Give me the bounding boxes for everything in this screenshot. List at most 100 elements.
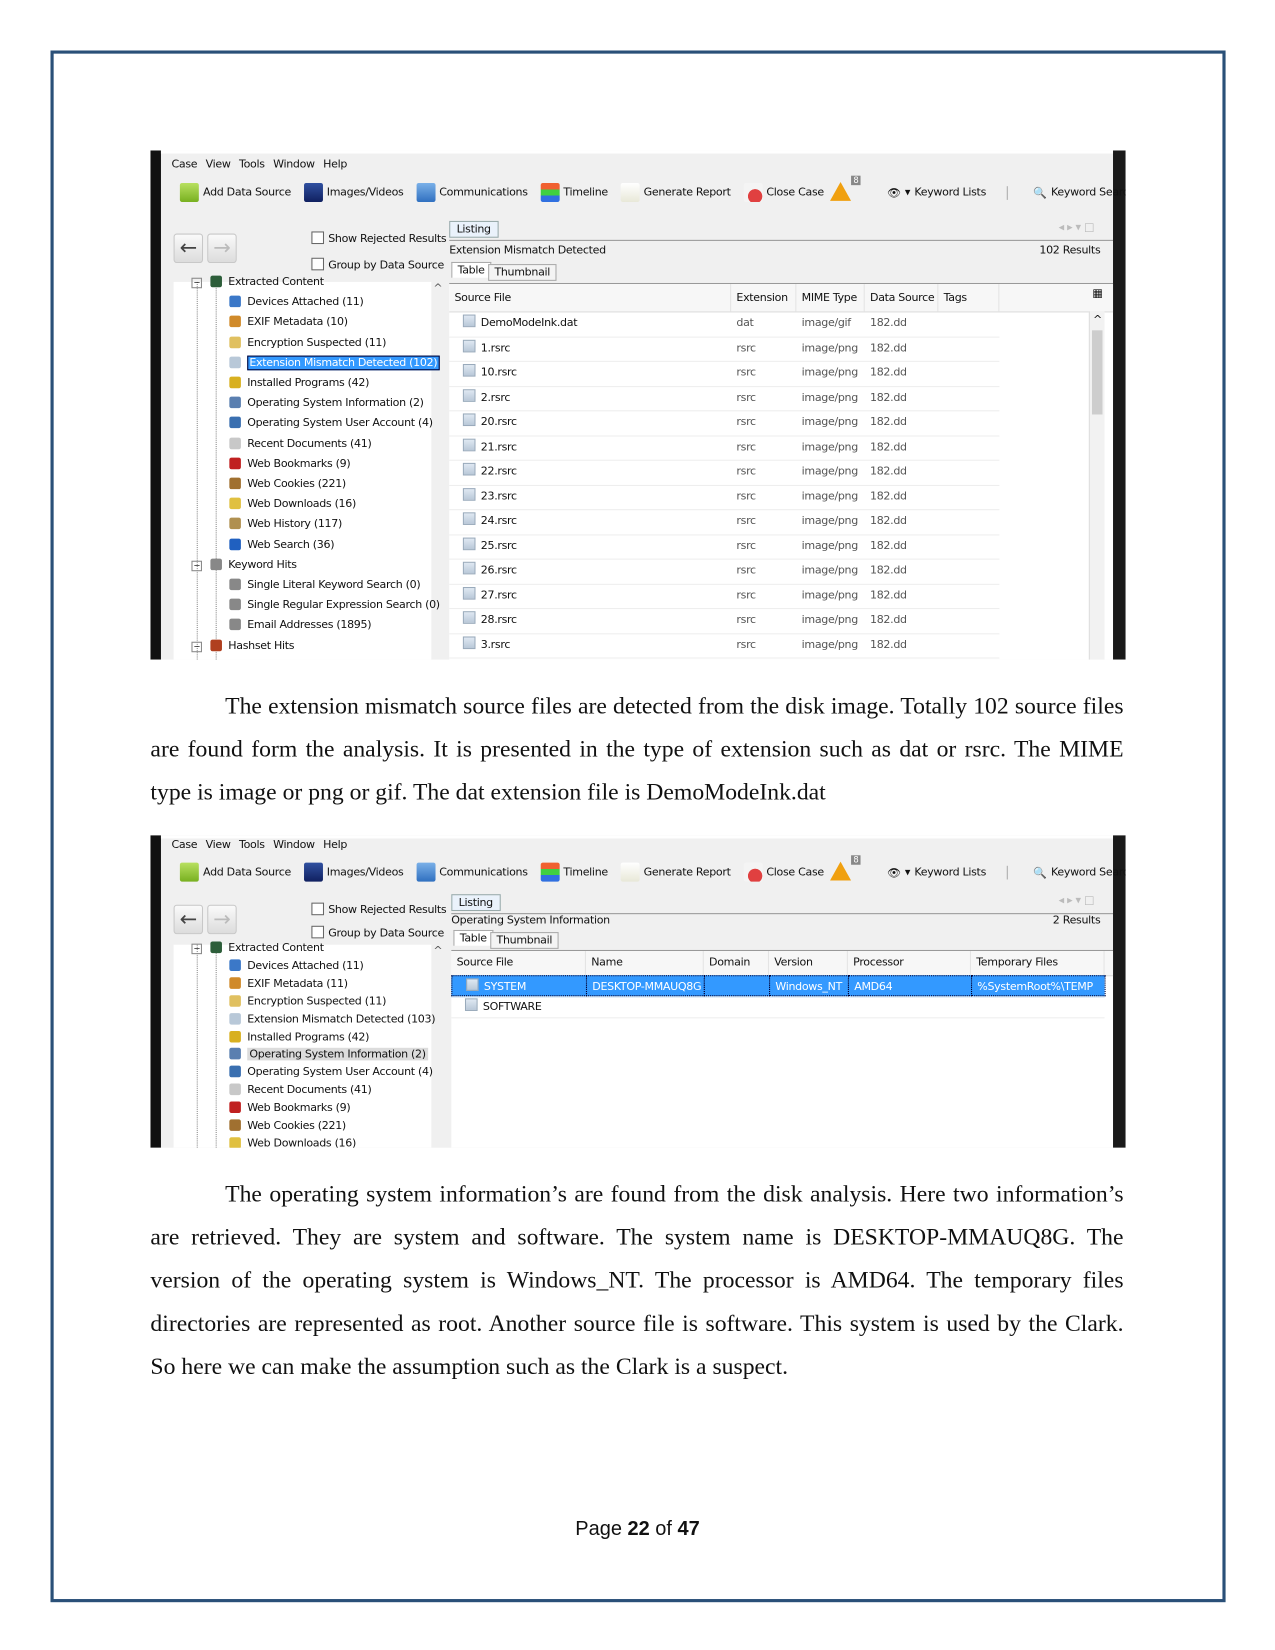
table-tab[interactable]: Table	[451, 261, 491, 278]
tree-scroll-up-icon[interactable]: ^	[433, 282, 442, 295]
tree-scroll-up-icon[interactable]: ^	[433, 945, 442, 958]
tree-item[interactable]: Installed Programs (42)	[229, 1030, 369, 1043]
toolbar-communications-button[interactable]: Communications	[416, 862, 528, 882]
checkbox-box[interactable]	[311, 925, 325, 939]
tree-item[interactable]: Installed Programs (42)	[229, 376, 369, 389]
tree-item[interactable]: Extension Mismatch Detected (103)	[229, 1012, 436, 1025]
warning-button[interactable]: 8	[830, 175, 861, 203]
group-by-source-checkbox[interactable]: Group by Data Source	[311, 257, 444, 271]
tree-item[interactable]: Single Regular Expression Search (0)	[229, 598, 440, 611]
table-row[interactable]: 28.rsrc rsrc image/png 182.dd	[449, 608, 1000, 634]
tree-item[interactable]: Operating System User Account (4)	[229, 1065, 433, 1079]
tree-item[interactable]: Web Search (36)	[229, 538, 335, 551]
tree-item[interactable]: Recent Documents (41)	[229, 437, 372, 450]
forward-button[interactable]: →	[207, 233, 237, 263]
menu-tools[interactable]: Tools	[239, 158, 265, 171]
tree-item[interactable]: Single Literal Keyword Search (0)	[229, 578, 421, 591]
column-header[interactable]: Temporary Files Directory	[971, 951, 1105, 993]
table-row[interactable]: 1.rsrc rsrc image/png 182.dd	[449, 336, 1000, 362]
table-row[interactable]: 27.rsrc rsrc image/png 182.dd	[449, 583, 1000, 610]
toolbar-close-case-button[interactable]: Close Case	[743, 862, 824, 882]
keyword-lists-button[interactable]: 👁 ▾ Keyword Lists	[887, 185, 1009, 200]
scroll-up-icon[interactable]: ^	[1093, 313, 1102, 326]
tree-item[interactable]: EXIF Metadata (10)	[229, 316, 348, 329]
tree-item[interactable]: Web Bookmarks (9)	[229, 457, 351, 470]
table-tab[interactable]: Table	[453, 929, 494, 946]
tree-item[interactable]: − Hashset Hits	[191, 639, 294, 652]
tree-item[interactable]: Recent Documents (41)	[229, 1083, 372, 1096]
checkbox-box[interactable]	[311, 902, 325, 916]
scrollbar-thumb[interactable]	[1091, 330, 1103, 415]
tree-item[interactable]: Operating System Information (2)	[229, 396, 424, 409]
table-row[interactable]: 25.rsrc rsrc image/png 182.dd	[449, 534, 1000, 560]
toolbar-generate-report-button[interactable]: Generate Report	[620, 862, 731, 882]
tree-item[interactable]: Email Addresses (1895)	[229, 618, 372, 632]
keyword-lists-button[interactable]: 👁 ▾ Keyword Lists	[887, 865, 1009, 879]
table-row[interactable]: 20.rsrc rsrc image/png 182.dd	[449, 410, 1000, 437]
table-row[interactable]: 21.rsrc rsrc image/png 182.dd	[449, 435, 1000, 461]
table-row[interactable]: 24.rsrc rsrc image/png 182.dd	[449, 509, 1000, 535]
toolbar-images-videos-button[interactable]: Images/Videos	[303, 183, 404, 202]
menu-window[interactable]: Window	[273, 158, 315, 171]
tree-item[interactable]: Web Cookies (221)	[229, 477, 346, 490]
thumbnail-tab[interactable]: Thumbnail	[488, 264, 557, 281]
column-header[interactable]: Tags	[938, 284, 1000, 312]
checkbox-box[interactable]	[311, 231, 325, 245]
tree-item[interactable]: Operating System Information (2)	[229, 1048, 428, 1061]
column-chooser-icon[interactable]: ▦	[1092, 287, 1102, 300]
tree-item[interactable]: Extension Mismatch Detected (102)	[229, 355, 440, 371]
group-by-source-checkbox[interactable]: Group by Data Source	[311, 925, 444, 939]
menu-case[interactable]: Case	[171, 158, 197, 171]
table-row[interactable]: 10.rsrc rsrc image/png 182.dd	[449, 361, 1000, 387]
column-header[interactable]: Domain	[704, 951, 770, 976]
tree-item[interactable]: Encryption Suspected (11)	[229, 336, 386, 349]
menu-help[interactable]: Help	[323, 838, 347, 851]
menu-tools[interactable]: Tools	[239, 838, 265, 851]
column-header[interactable]: Version	[769, 951, 848, 976]
menu-case[interactable]: Case	[171, 838, 197, 851]
tree-item[interactable]: Web Downloads (16)	[229, 497, 356, 510]
toolbar-communications-button[interactable]: Communications	[416, 183, 528, 202]
forward-button[interactable]: →	[207, 904, 237, 935]
expand-toggle-icon[interactable]: −	[191, 560, 202, 572]
tree-item[interactable]: Web Downloads (16)	[229, 1137, 356, 1148]
toolbar-timeline-button[interactable]: Timeline	[540, 183, 608, 202]
listing-tab[interactable]: Listing	[451, 894, 501, 912]
table-row[interactable]: 26.rsrc rsrc image/png 182.dd	[449, 559, 1000, 585]
table-row[interactable]: 3.rsrc rsrc image/png 182.dd	[449, 633, 1000, 659]
tree-item[interactable]: Devices Attached (11)	[229, 295, 364, 308]
show-rejected-checkbox[interactable]: Show Rejected Results	[311, 902, 447, 916]
back-button[interactable]: ←	[173, 904, 204, 935]
table-row[interactable]: SYSTEM DESKTOP-MMAUQ8G Windows_NT AMD64 %Sys…	[451, 975, 1106, 998]
toolbar-generate-report-button[interactable]: Generate Report	[620, 183, 731, 202]
listing-tab[interactable]: Listing	[449, 220, 499, 238]
tree-item[interactable]: Web Cookies (221)	[229, 1119, 346, 1132]
tab-nav-arrows-icon[interactable]: ◂ ▸ ▾ □	[1059, 894, 1095, 907]
checkbox-box[interactable]	[311, 257, 325, 271]
tree-item[interactable]: − Keyword Hits	[191, 558, 297, 572]
tree-item[interactable]: Devices Attached (11)	[229, 959, 364, 972]
menu-window[interactable]: Window	[273, 838, 315, 851]
toolbar-images-videos-button[interactable]: Images/Videos	[303, 862, 404, 882]
tree-item[interactable]: − Extracted Content	[191, 941, 324, 955]
tree-item[interactable]: − Extracted Content	[191, 275, 324, 289]
toolbar-add-data-source-button[interactable]: Add Data Source	[179, 862, 291, 882]
column-header[interactable]: Processor Architecture	[848, 951, 971, 993]
toolbar-timeline-button[interactable]: Timeline	[540, 862, 608, 882]
toolbar-close-case-button[interactable]: Close Case	[743, 183, 824, 202]
menu-view[interactable]: View	[206, 158, 231, 171]
table-row[interactable]: DemoModeInk.dat dat image/gif 182.dd	[449, 311, 1000, 338]
table-row[interactable]: 2.rsrc rsrc image/png 182.dd	[449, 386, 1000, 412]
column-header[interactable]: Extension	[731, 284, 797, 312]
vertical-scrollbar[interactable]: ^	[1088, 311, 1105, 660]
tab-nav-arrows-icon[interactable]: ◂ ▸ ▾ □	[1059, 221, 1095, 234]
toolbar-add-data-source-button[interactable]: Add Data Source	[179, 183, 291, 202]
table-row[interactable]: 22.rsrc rsrc image/png 182.dd	[449, 460, 1000, 486]
keyword-search-button[interactable]: 🔍Keyword Search	[1033, 186, 1125, 199]
expand-toggle-icon[interactable]: −	[191, 277, 202, 289]
column-header[interactable]: Name	[586, 951, 704, 976]
show-rejected-checkbox[interactable]: Show Rejected Results	[311, 231, 447, 245]
column-header[interactable]: MIME Type	[796, 284, 865, 312]
expand-toggle-icon[interactable]: −	[191, 641, 202, 652]
menu-help[interactable]: Help	[323, 158, 347, 171]
